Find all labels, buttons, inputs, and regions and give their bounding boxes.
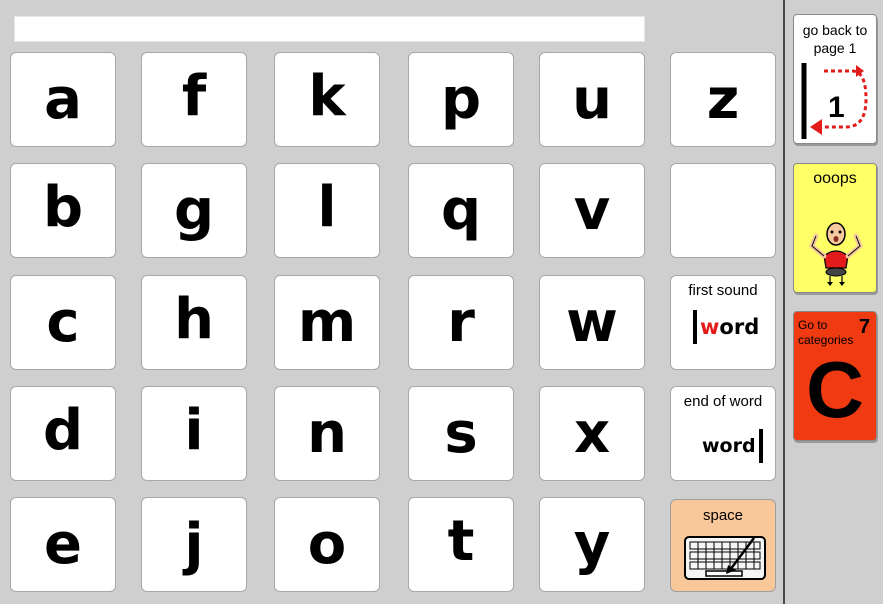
key-a-label: a: [44, 66, 82, 132]
first-sound-word-rest: ord: [719, 315, 760, 339]
keyboard-icon: [684, 536, 766, 580]
key-q[interactable]: q: [408, 163, 514, 258]
first-sound-button[interactable]: first sound w ord: [670, 275, 776, 370]
key-v-label: v: [573, 177, 611, 243]
categories-number: 7: [858, 316, 870, 338]
key-s-label: s: [444, 400, 478, 466]
key-h[interactable]: h: [141, 275, 247, 370]
space-label: space: [702, 507, 744, 524]
end-of-word-icon: word: [702, 429, 763, 463]
key-c-label: c: [46, 289, 80, 355]
key-t[interactable]: t: [408, 497, 514, 592]
key-e[interactable]: e: [10, 497, 116, 592]
key-g-label: g: [173, 177, 215, 243]
first-sound-word-first: w: [700, 315, 720, 339]
key-c[interactable]: c: [10, 275, 116, 370]
person-oops-icon: [809, 222, 863, 286]
key-t-label: t: [447, 508, 475, 574]
key-j[interactable]: j: [141, 497, 247, 592]
categories-letter: C: [806, 345, 864, 434]
end-of-word-label: end of word: [683, 393, 763, 410]
key-q-label: q: [440, 177, 482, 243]
key-n-label: n: [307, 400, 347, 466]
key-l-label: l: [317, 174, 337, 240]
cursor-bar: [693, 310, 697, 344]
key-n[interactable]: n: [274, 386, 380, 481]
cursor-bar: [758, 429, 763, 463]
key-f-label: f: [181, 63, 207, 129]
key-r[interactable]: r: [408, 275, 514, 370]
key-k-label: k: [308, 63, 346, 129]
key-i-label: i: [184, 397, 204, 463]
categories-label: Go to categories: [798, 318, 854, 347]
key-v[interactable]: v: [539, 163, 645, 258]
message-bar[interactable]: [14, 16, 645, 42]
space-button[interactable]: space: [670, 499, 776, 592]
key-j-label: j: [184, 511, 204, 577]
sidebar: go back to page 1 1 ooops Go to categori…: [783, 0, 883, 604]
key-s[interactable]: s: [408, 386, 514, 481]
key-a[interactable]: a: [10, 52, 116, 147]
key-x[interactable]: x: [539, 386, 645, 481]
key-w-label: w: [566, 289, 618, 355]
ooops-label: ooops: [813, 170, 857, 187]
key-r-label: r: [447, 289, 475, 355]
key-e-label: e: [44, 511, 82, 577]
end-of-word-text: word: [702, 435, 756, 457]
key-d[interactable]: d: [10, 386, 116, 481]
go-back-label: go back to page 1: [802, 22, 868, 56]
key-m-label: m: [297, 289, 357, 355]
first-sound-label: first sound: [688, 282, 758, 299]
key-y-label: y: [573, 511, 611, 577]
end-of-word-button[interactable]: end of word word: [670, 386, 776, 481]
go-to-categories-button[interactable]: Go to categories 7 C: [793, 311, 877, 441]
key-b[interactable]: b: [10, 163, 116, 258]
key-o[interactable]: o: [274, 497, 380, 592]
key-z-label: z: [706, 66, 740, 132]
page-number: 1: [828, 91, 845, 124]
key-u[interactable]: u: [539, 52, 645, 147]
key-p-label: p: [440, 66, 482, 132]
key-p[interactable]: p: [408, 52, 514, 147]
key-u-label: u: [572, 66, 612, 132]
key-o-label: o: [307, 511, 347, 577]
key-d-label: d: [42, 397, 84, 463]
key-x-label: x: [573, 400, 611, 466]
key-l[interactable]: l: [274, 163, 380, 258]
key-h-label: h: [174, 286, 214, 352]
key-i[interactable]: i: [141, 386, 247, 481]
ooops-button[interactable]: ooops: [793, 163, 877, 293]
key-blank[interactable]: [670, 163, 776, 258]
first-sound-word-icon: w ord: [693, 310, 759, 344]
key-f[interactable]: f: [141, 52, 247, 147]
key-b-label: b: [42, 174, 84, 240]
key-k[interactable]: k: [274, 52, 380, 147]
key-w[interactable]: w: [539, 275, 645, 370]
key-z[interactable]: z: [670, 52, 776, 147]
key-g[interactable]: g: [141, 163, 247, 258]
key-m[interactable]: m: [274, 275, 380, 370]
go-back-page-1-button[interactable]: go back to page 1 1: [793, 14, 877, 144]
key-y[interactable]: y: [539, 497, 645, 592]
